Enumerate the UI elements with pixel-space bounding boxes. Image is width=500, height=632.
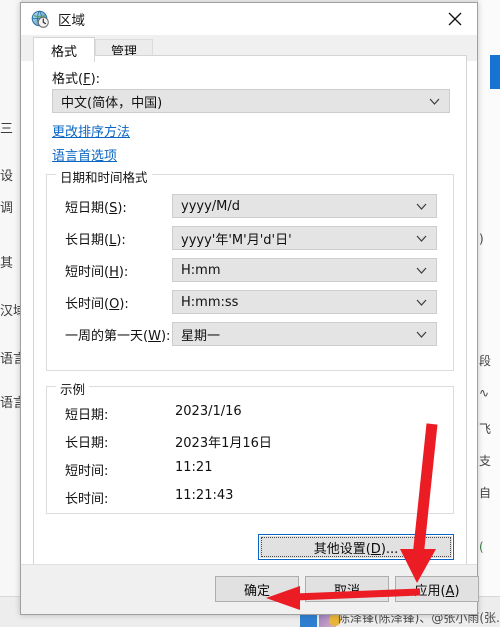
long-time-combobox[interactable]: H:mm:ss (172, 290, 437, 314)
long-date-label-suffix: ): (116, 233, 126, 248)
background-right-fragment: ∿ (479, 386, 490, 400)
example-long-date-label: 长日期: (65, 436, 109, 451)
chevron-down-icon (416, 261, 427, 279)
long-time-accel: O (109, 297, 120, 312)
example-short-date-value: 2023/1/16 (175, 404, 242, 419)
long-date-label: 长日期(L): (65, 229, 126, 248)
first-day-label-text: 一周的第一天( (65, 329, 149, 344)
dialog-titlebar: 区域 (21, 3, 477, 35)
language-preferences-link[interactable]: 语言首选项 (52, 145, 117, 164)
short-time-combobox[interactable]: H:mm (172, 258, 437, 282)
cancel-button[interactable]: 取消 (305, 576, 389, 602)
long-date-combobox[interactable]: yyyy'年'M'月'd'日' (172, 226, 437, 250)
long-date-label-text: 长日期( (65, 233, 110, 248)
first-day-of-week-value: 星期一 (181, 328, 221, 344)
apply-label: 应用(A) (414, 580, 459, 599)
dialog-title: 区域 (58, 13, 85, 29)
long-date-value: yyyy'年'M'月'd'日' (181, 232, 292, 248)
additional-settings-accel: D (370, 541, 381, 557)
background-thumbnail (300, 613, 317, 627)
format-combobox[interactable]: 中文(简体，中国) (52, 89, 450, 113)
background-left-fragment: 调 (0, 201, 14, 216)
first-day-accel: W (148, 329, 161, 344)
format-tab-panel: 格式(F): 中文(简体，中国) 更改排序方法 语言首选项 日期和时间格式 短日… (33, 55, 467, 565)
background-right-fragment: 段 (479, 354, 492, 368)
background-left-fragment: 三 (0, 122, 14, 137)
example-long-time-value: 11:21:43 (175, 488, 234, 503)
background-right-panel (477, 0, 500, 627)
short-date-label-text: 短日期( (65, 201, 110, 216)
examples-group-title: 示例 (56, 379, 90, 398)
short-time-value: H:mm (181, 262, 221, 278)
long-time-label: 长时间(O): (65, 293, 129, 312)
additional-settings-button[interactable]: 其他设置(D)... (258, 534, 454, 560)
format-combobox-value: 中文(简体，中国) (61, 95, 163, 111)
additional-settings-label: 其他设置(D)... (314, 538, 399, 557)
ok-button[interactable]: 确定 (215, 576, 299, 602)
datetime-formats-group: 日期和时间格式 短日期(S): yyyy/M/d 长日期(L): yyyy'年'… (46, 167, 454, 371)
short-date-label-suffix: ): (117, 201, 127, 216)
short-time-label: 短时间(H): (65, 261, 128, 280)
background-right-fragment: 自 (479, 486, 492, 500)
background-left-fragment: 语言 (0, 352, 22, 367)
short-date-value: yyyy/M/d (181, 198, 241, 214)
chevron-down-icon (416, 293, 427, 311)
format-accel: F (83, 72, 91, 87)
additional-settings-label-post: )... (380, 541, 399, 557)
format-label-text: 格式 (52, 72, 79, 87)
first-day-of-week-combobox[interactable]: 星期一 (172, 322, 437, 346)
short-time-accel: H (109, 265, 119, 280)
background-left-fragment: 语言 (0, 396, 22, 411)
example-short-time-value: 11:21 (175, 460, 213, 475)
short-date-combobox[interactable]: yyyy/M/d (172, 194, 437, 218)
long-time-label-text: 长时间( (65, 297, 110, 312)
dialog-button-bar: 确定 取消 应用(A) (21, 564, 479, 614)
close-icon[interactable] (432, 3, 477, 34)
datetime-formats-group-title: 日期和时间格式 (56, 167, 152, 186)
short-time-label-text: 短时间( (65, 265, 110, 280)
examples-group: 示例 短日期: 2023/1/16 长日期: 2023年1月16日 短时间: 1… (46, 379, 454, 514)
first-day-label-suffix: ): (160, 329, 171, 344)
region-dialog: 区域 格式 管理 格式(F): 中文(简体，中国) 更改排序方法 语言首选项 日… (20, 2, 479, 615)
background-left-fragment: 设 (0, 169, 14, 184)
first-day-of-week-label: 一周的第一天(W): (65, 325, 170, 344)
example-long-time-label: 长时间: (65, 492, 109, 507)
globe-clock-icon (31, 10, 49, 28)
chevron-down-icon (416, 197, 427, 215)
long-time-value: H:mm:ss (181, 294, 239, 310)
background-right-fragment: ) (479, 232, 484, 246)
background-left-fragment: 汉域 (0, 304, 22, 319)
example-short-date-label: 短日期: (65, 408, 109, 423)
background-right-fragment: 飞 (479, 422, 492, 436)
example-short-time-label: 短时间: (65, 464, 109, 479)
background-right-fragment: 支 (479, 454, 492, 468)
additional-settings-label-pre: 其他设置( (313, 541, 371, 557)
apply-label-pre: 应用( (414, 583, 446, 599)
background-right-fragment: ( (479, 540, 484, 554)
apply-label-post: ) (454, 583, 460, 599)
short-date-label: 短日期(S): (65, 197, 127, 216)
example-long-date-value: 2023年1月16日 (175, 436, 272, 451)
long-time-label-suffix: ): (119, 297, 129, 312)
chevron-down-icon (416, 229, 427, 247)
chevron-down-icon (416, 325, 427, 343)
chevron-down-icon (429, 92, 440, 110)
apply-button[interactable]: 应用(A) (395, 576, 479, 602)
background-left-fragment: 其 (0, 256, 14, 271)
short-time-label-suffix: ): (118, 265, 129, 280)
change-sorting-method-link[interactable]: 更改排序方法 (52, 121, 130, 140)
format-label: 格式(F): (52, 72, 101, 87)
background-blue-highlight (490, 55, 500, 89)
tab-format[interactable]: 格式 (33, 37, 95, 62)
